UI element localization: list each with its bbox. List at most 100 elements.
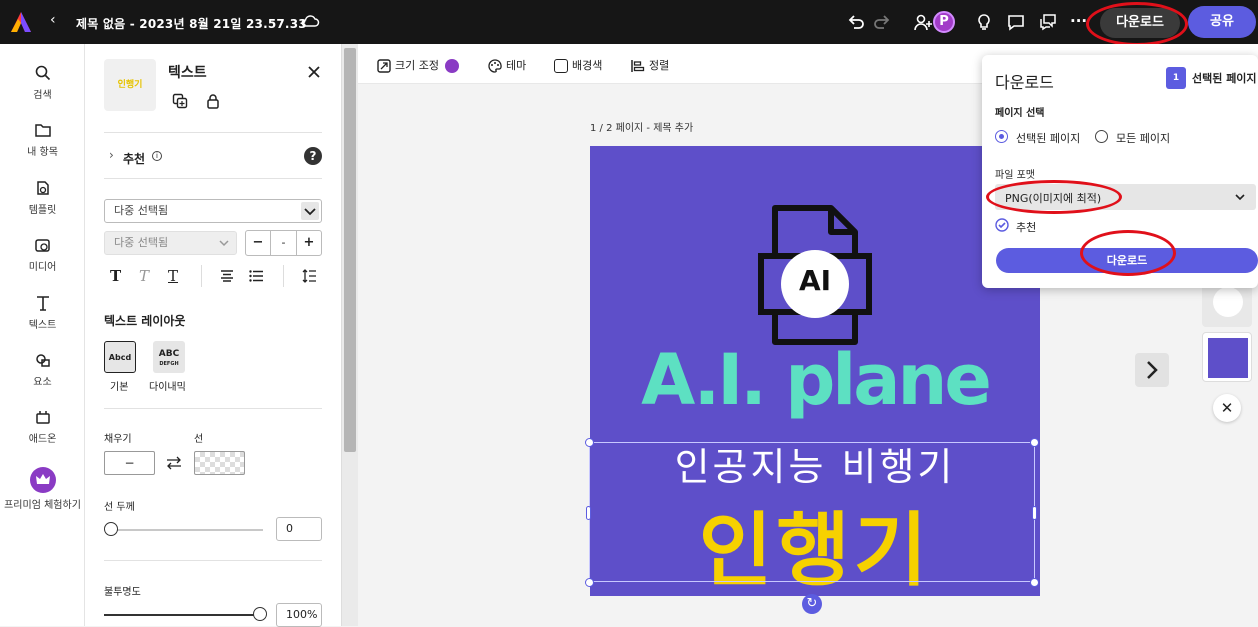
divider — [104, 178, 322, 179]
theme-label: 테마 — [506, 59, 527, 72]
nav-label: 애드온 — [28, 434, 57, 445]
info-icon: i — [152, 151, 162, 161]
more-options-icon[interactable]: ··· — [1070, 12, 1087, 30]
fill-swatch[interactable]: − — [104, 451, 155, 475]
page-thumb-purple[interactable] — [1202, 332, 1252, 382]
help-icon[interactable]: ? — [304, 147, 322, 165]
palette-icon — [488, 59, 502, 73]
line-spacing-icon[interactable] — [302, 269, 316, 283]
nav-label: 프리미엄 체험하기 — [4, 500, 81, 511]
next-page-button[interactable] — [1135, 353, 1169, 387]
check-circle-icon — [995, 218, 1009, 232]
background-color-button[interactable]: 배경색 — [554, 57, 602, 73]
divider — [283, 265, 284, 287]
resize-handle[interactable] — [1030, 578, 1039, 587]
layout-basic-label: 기본 — [110, 382, 129, 393]
layout-dynamic-label: 다이내믹 — [149, 382, 186, 393]
purple-swatch — [1208, 338, 1248, 378]
crown-icon — [445, 59, 460, 73]
avatar[interactable]: P — [933, 11, 955, 33]
download-confirm-button[interactable]: 다운로드 — [996, 248, 1258, 273]
stroke-width-slider[interactable] — [110, 529, 263, 531]
nav-media[interactable]: 미디어 — [0, 236, 85, 273]
radio-all-label[interactable]: 모든 페이지 — [1116, 130, 1170, 146]
side-handle[interactable] — [586, 506, 591, 520]
lock-icon[interactable] — [206, 93, 220, 109]
comment-icon[interactable] — [1006, 12, 1026, 32]
increase-button[interactable]: + — [296, 231, 321, 255]
radio-selected-page[interactable] — [995, 130, 1008, 143]
bold-icon[interactable]: T — [110, 267, 121, 285]
nav-my-items[interactable]: 내 항목 — [0, 121, 85, 158]
share-button[interactable]: 공유 — [1188, 6, 1256, 38]
scrollbar-thumb[interactable] — [344, 48, 356, 452]
chevron-right-icon — [1147, 361, 1158, 379]
recommend-label: 추천 — [1016, 221, 1037, 234]
italic-icon[interactable]: T — [139, 267, 149, 285]
swap-icon[interactable] — [166, 456, 182, 470]
resize-button[interactable]: 크기 조정 — [377, 57, 460, 73]
theme-button[interactable]: 테마 — [488, 57, 526, 73]
nav-label: 템플릿 — [28, 205, 57, 216]
radio-all-pages[interactable] — [1095, 130, 1108, 143]
resize-handle[interactable] — [1030, 438, 1039, 447]
stroke-width-handle[interactable] — [104, 522, 118, 536]
font-size-stepper[interactable]: − - + — [245, 230, 322, 256]
opacity-handle[interactable] — [253, 607, 267, 621]
nav-premium[interactable]: 프리미엄 체험하기 — [0, 467, 85, 511]
redo-icon[interactable] — [872, 12, 892, 32]
document-title[interactable]: 제목 없음 - 2023년 8월 21일 23.57.33 — [76, 15, 307, 32]
decrease-button[interactable]: − — [246, 231, 271, 255]
divider — [104, 560, 322, 561]
close-icon[interactable]: ✕ — [1213, 394, 1241, 422]
template-icon — [36, 181, 49, 195]
radio-selected-label[interactable]: 선택된 페이지 — [1016, 130, 1080, 146]
recommend-label[interactable]: 추천 — [123, 150, 145, 167]
undo-icon[interactable] — [846, 12, 866, 32]
stroke-width-input[interactable]: 0 — [276, 517, 322, 541]
resize-handle[interactable] — [585, 578, 594, 587]
chevron-right-icon[interactable]: › — [109, 148, 114, 162]
opacity-input[interactable]: 100% — [276, 603, 322, 627]
app-logo-icon[interactable] — [10, 11, 32, 33]
stroke-swatch[interactable] — [194, 451, 245, 475]
search-icon — [35, 65, 50, 81]
font-select[interactable]: 다중 선택됨 — [104, 199, 322, 223]
align-label: 정렬 — [649, 59, 670, 72]
stepper-value: - — [281, 236, 286, 249]
nav-addons[interactable]: 애드온 — [0, 408, 85, 445]
align-center-icon[interactable] — [220, 270, 234, 282]
layout-basic-button[interactable]: Abcd — [104, 341, 136, 373]
resize-label: 크기 조정 — [395, 59, 439, 72]
chat-icon[interactable] — [1038, 12, 1058, 32]
nav-elements[interactable]: 요소 — [0, 351, 85, 388]
invite-user-icon[interactable] — [913, 12, 933, 32]
panel-scrollbar[interactable] — [342, 44, 358, 626]
rotate-icon[interactable]: ↻ — [802, 594, 822, 614]
side-handle[interactable] — [1032, 506, 1037, 520]
font-size-select[interactable]: 다중 선택됨 — [104, 231, 237, 255]
design-title-en[interactable]: A.I. plane — [590, 339, 1040, 421]
layout-dynamic-button[interactable]: ABC DEFGH — [153, 341, 185, 373]
nav-text[interactable]: 텍스트 — [0, 294, 85, 331]
align-button[interactable]: 정렬 — [631, 57, 669, 73]
format-select[interactable]: PNG(이미지에 최적) — [995, 184, 1256, 210]
cloud-icon[interactable] — [300, 13, 320, 29]
resize-handle[interactable] — [585, 438, 594, 447]
duplicate-icon[interactable] — [172, 93, 188, 109]
download-button[interactable]: 다운로드 — [1100, 8, 1180, 38]
nav-templates[interactable]: 템플릿 — [0, 179, 85, 216]
lightbulb-icon[interactable] — [974, 12, 994, 32]
white-circle-swatch — [1213, 287, 1243, 317]
opacity-slider[interactable] — [104, 614, 257, 616]
underline-icon[interactable]: T — [168, 267, 178, 285]
nav-search[interactable]: 검색 — [0, 64, 85, 101]
chevron-down-icon — [301, 202, 319, 220]
list-icon[interactable] — [249, 270, 263, 282]
chevron-left-icon[interactable]: ‹ — [50, 12, 56, 28]
close-icon[interactable] — [308, 66, 320, 78]
page-label[interactable]: 1 / 2 페이지 - 제목 추가 — [590, 119, 693, 134]
font-select-value: 다중 선택됨 — [114, 204, 169, 217]
media-icon — [34, 239, 50, 252]
download-panel-title: 다운로드 — [995, 73, 1054, 92]
